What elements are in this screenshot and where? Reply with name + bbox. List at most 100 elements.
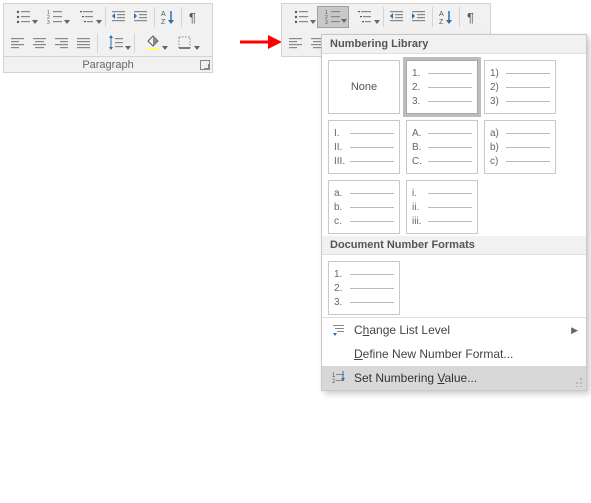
separator [97,33,98,53]
decrease-indent-button[interactable] [386,6,408,28]
line-spacing-button[interactable] [100,32,132,54]
sort-button[interactable]: AZ [435,6,457,28]
svg-text:3: 3 [325,20,328,25]
fmt-label: 2. [412,82,428,93]
set-numbering-value-item[interactable]: 12 Set Numbering Value... [322,366,586,390]
separator [432,7,433,27]
fmt-label: A. [412,128,428,139]
fmt-label: a) [490,128,506,139]
fmt-label: b. [334,202,350,213]
show-hide-marks-button[interactable]: ¶ [462,6,484,28]
dropdown-menu: Change List Level ▶ Define New Number Fo… [322,317,586,390]
align-left-button[interactable] [285,32,307,54]
section-header-library: Numbering Library [322,35,586,54]
menu-label: Set Numbering Value... [354,371,578,385]
multilevel-list-button[interactable] [71,6,103,28]
numbering-button[interactable]: 123 [39,6,71,28]
chevron-down-icon [32,20,38,24]
set-value-icon: 12 [330,371,348,385]
fmt-label: B. [412,142,428,153]
numbering-button[interactable]: 123 [317,6,349,28]
fmt-label: 1. [334,269,350,280]
increase-indent-button[interactable] [130,6,152,28]
svg-text:Z: Z [439,19,444,25]
separator [105,7,106,27]
increase-indent-button[interactable] [408,6,430,28]
fmt-label: c. [334,216,350,227]
decrease-indent-button[interactable] [108,6,130,28]
chevron-down-icon [341,19,347,23]
align-left-button[interactable] [7,32,29,54]
define-new-format-item[interactable]: Define New Number Format... [322,342,586,366]
align-center-button[interactable] [29,32,51,54]
borders-button[interactable] [169,32,201,54]
fmt-label: I. [334,128,350,139]
fmt-label: 3. [334,297,350,308]
justify-button[interactable] [73,32,95,54]
format-option[interactable]: 1. 2. 3. [406,60,478,114]
separator [154,7,155,27]
shading-button[interactable] [137,32,169,54]
fmt-label: 3) [490,96,506,107]
svg-text:A: A [161,11,166,18]
fmt-label: C. [412,156,428,167]
svg-text:3: 3 [47,20,50,25]
bullets-button[interactable] [285,6,317,28]
chevron-down-icon [162,46,168,50]
separator [459,7,460,27]
fmt-label: b) [490,142,506,153]
numbering-dropdown: Numbering Library None 1. 2. 3. 1) 2) 3)… [321,34,587,391]
change-level-icon [330,323,348,337]
svg-text:¶: ¶ [467,10,474,25]
menu-label: Change List Level [354,323,565,337]
fmt-label: a. [334,188,350,199]
chevron-down-icon [374,20,380,24]
separator [134,33,135,53]
fmt-label: 2) [490,82,506,93]
separator [181,7,182,27]
show-hide-marks-button[interactable]: ¶ [184,6,206,28]
paragraph-group-left: 123 AZ ¶ Paragraph [3,3,213,73]
group-label: Paragraph [4,56,212,72]
fmt-label: III. [334,156,350,167]
format-option[interactable]: a) b) c) [484,120,556,174]
multilevel-list-button[interactable] [349,6,381,28]
group-label-text: Paragraph [82,59,133,71]
resize-grip-icon[interactable] [573,377,583,387]
dialog-launcher-icon[interactable] [200,60,210,70]
fmt-label: 1. [412,68,428,79]
format-none-label: None [351,81,377,93]
format-option[interactable]: 1) 2) 3) [484,60,556,114]
fmt-label: i. [412,188,428,199]
format-none[interactable]: None [328,60,400,114]
fmt-label: II. [334,142,350,153]
svg-text:2: 2 [332,379,336,385]
fmt-label: ii. [412,202,428,213]
chevron-down-icon [310,20,316,24]
fmt-label: iii. [412,216,428,227]
fmt-label: 3. [412,96,428,107]
fmt-label: 2. [334,283,350,294]
document-formats-gallery: 1. 2. 3. [322,255,586,317]
svg-text:¶: ¶ [189,10,196,25]
svg-text:Z: Z [161,19,166,25]
sort-button[interactable]: AZ [157,6,179,28]
format-option[interactable]: A. B. C. [406,120,478,174]
chevron-down-icon [194,46,200,50]
format-option[interactable]: 1. 2. 3. [328,261,400,315]
format-option[interactable]: a. b. c. [328,180,400,234]
align-right-button[interactable] [51,32,73,54]
chevron-down-icon [96,20,102,24]
submenu-arrow-icon: ▶ [571,325,578,336]
svg-text:A: A [439,11,444,18]
format-option[interactable]: i. ii. iii. [406,180,478,234]
separator [383,7,384,27]
change-list-level-item[interactable]: Change List Level ▶ [322,318,586,342]
section-header-docfmt: Document Number Formats [322,236,586,255]
fmt-label: c) [490,156,506,167]
format-option[interactable]: I. II. III. [328,120,400,174]
numbering-library-gallery: None 1. 2. 3. 1) 2) 3) I. II. III. A. B.… [322,54,586,236]
arrow-icon [238,32,282,52]
fmt-label: 1) [490,68,506,79]
bullets-button[interactable] [7,6,39,28]
